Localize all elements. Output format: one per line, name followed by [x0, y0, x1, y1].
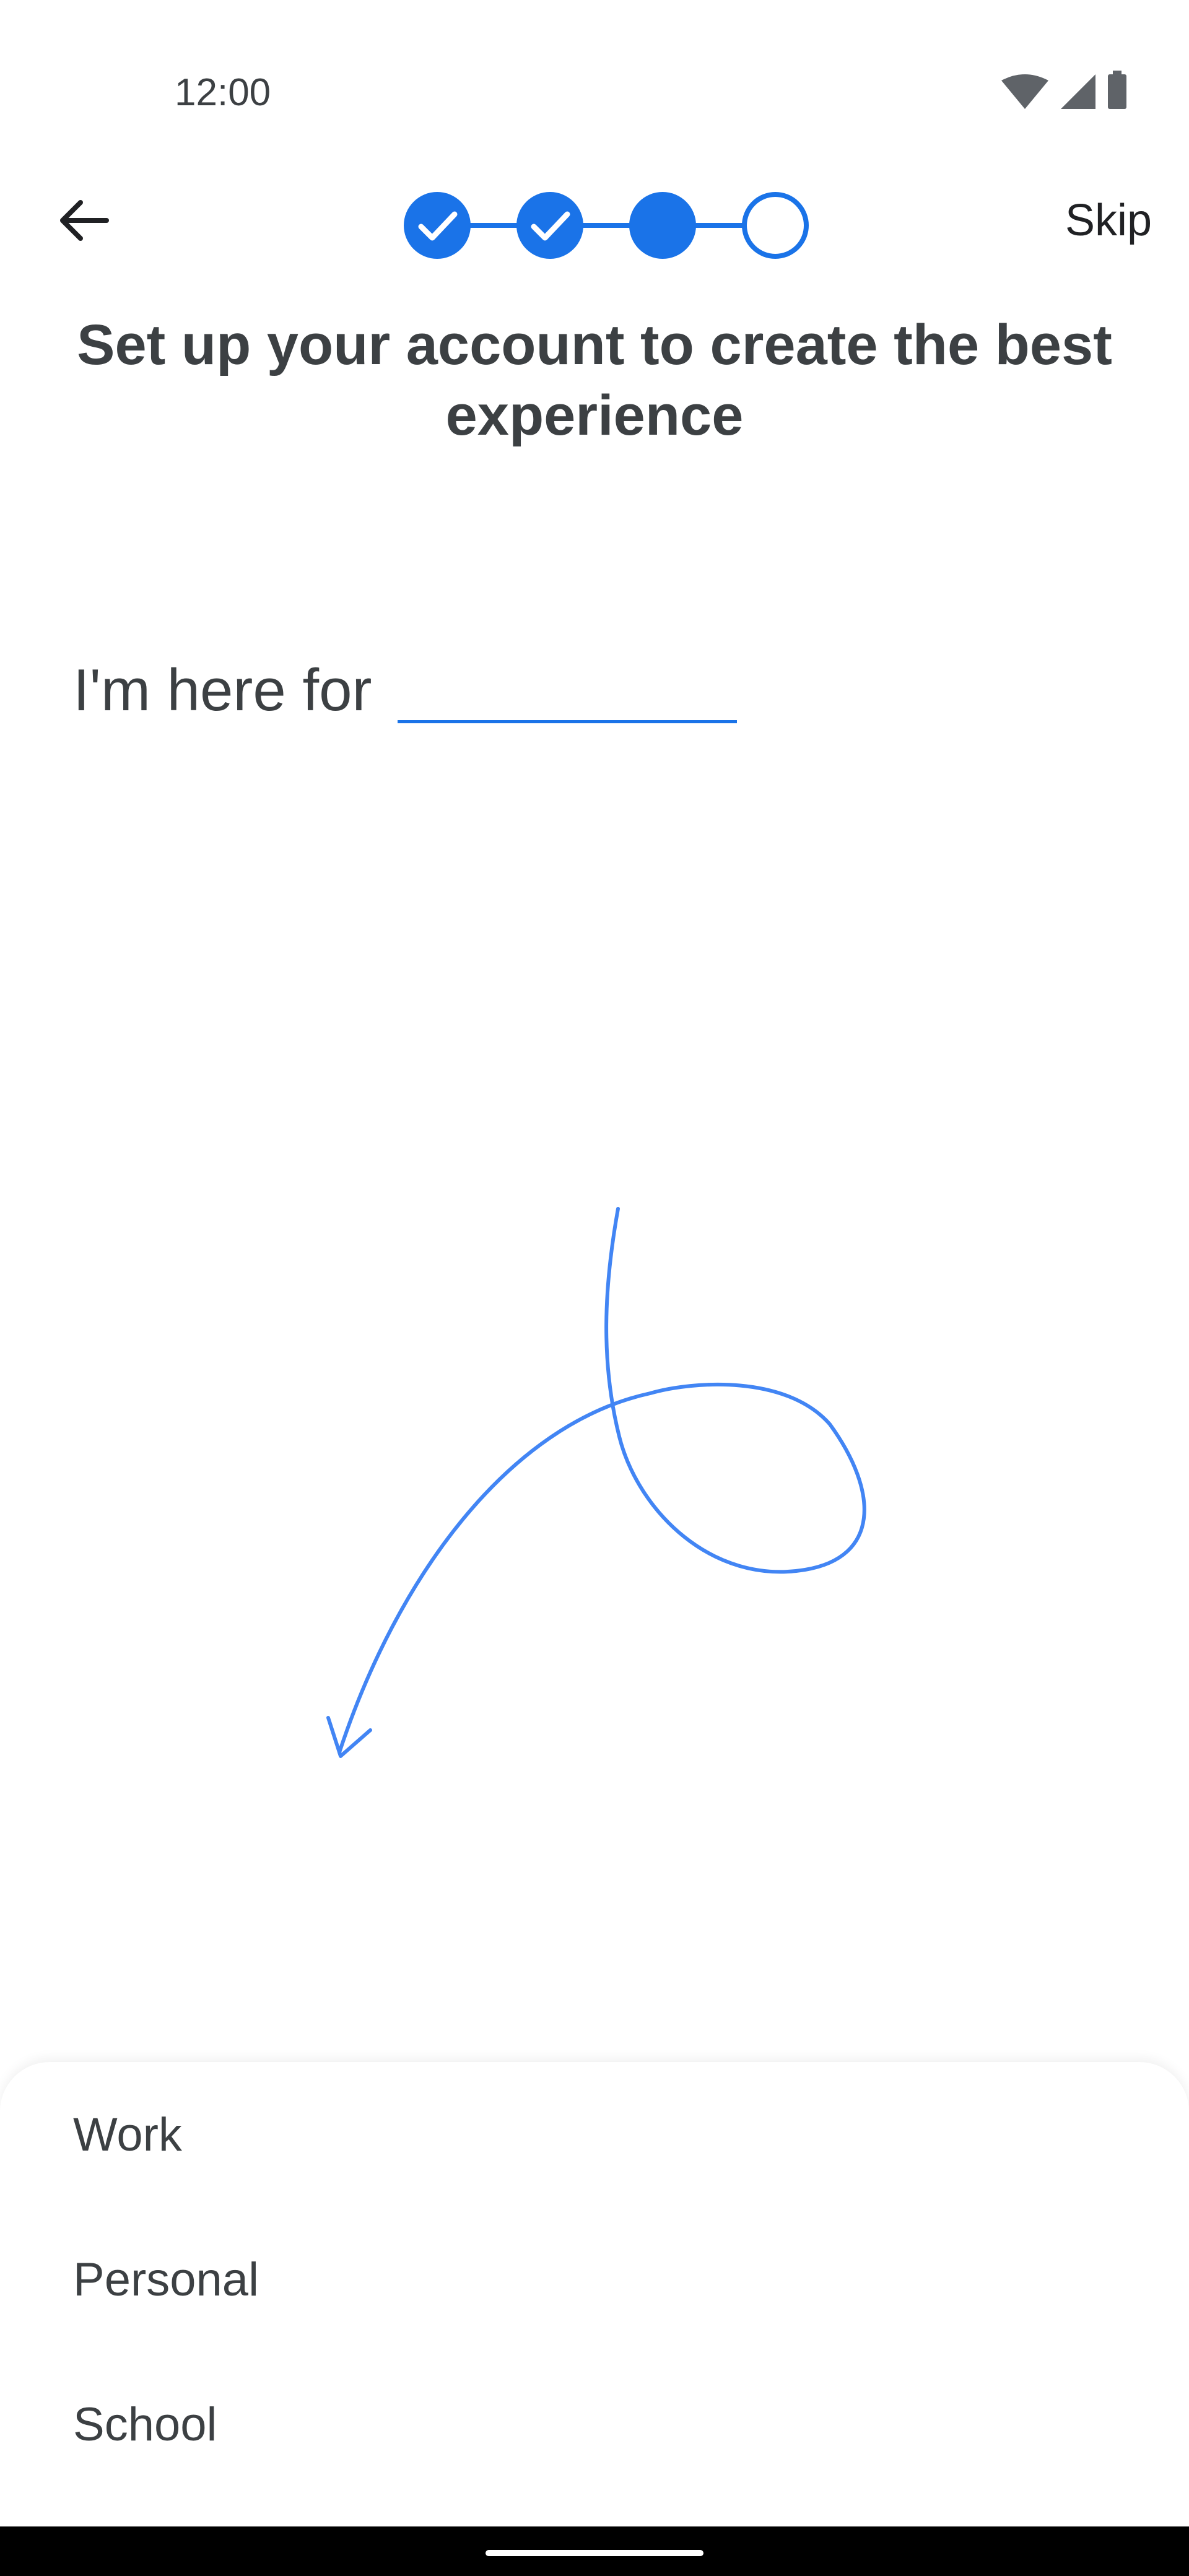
- arrow-back-icon: [60, 200, 109, 241]
- options-bottom-sheet: Work Personal School: [0, 2062, 1189, 2526]
- option-label: Personal: [73, 2253, 259, 2306]
- status-icons: [1001, 71, 1126, 109]
- status-time: 12:00: [175, 71, 271, 114]
- step-3-current: [629, 192, 696, 259]
- option-work[interactable]: Work: [0, 2062, 1189, 2207]
- step-2-completed: [516, 192, 583, 259]
- cell-signal-icon: [1061, 74, 1095, 109]
- back-button[interactable]: [50, 186, 119, 255]
- progress-stepper: [404, 192, 809, 259]
- skip-button[interactable]: Skip: [1028, 186, 1152, 255]
- prompt-blank-field[interactable]: [398, 720, 738, 723]
- step-1-completed: [404, 192, 471, 259]
- prompt-text: I'm here for: [73, 657, 372, 723]
- home-gesture-handle[interactable]: [486, 2550, 703, 2556]
- page-title: Set up your account to create the best e…: [77, 313, 1112, 447]
- option-personal[interactable]: Personal: [0, 2207, 1189, 2352]
- option-label: School: [73, 2398, 217, 2451]
- step-4-upcoming: [742, 192, 809, 259]
- wifi-icon: [1001, 74, 1048, 109]
- prompt-sentence: I'm here for: [73, 644, 738, 737]
- battery-icon: [1108, 71, 1126, 109]
- option-school[interactable]: School: [0, 2352, 1189, 2497]
- option-label: Work: [73, 2108, 182, 2161]
